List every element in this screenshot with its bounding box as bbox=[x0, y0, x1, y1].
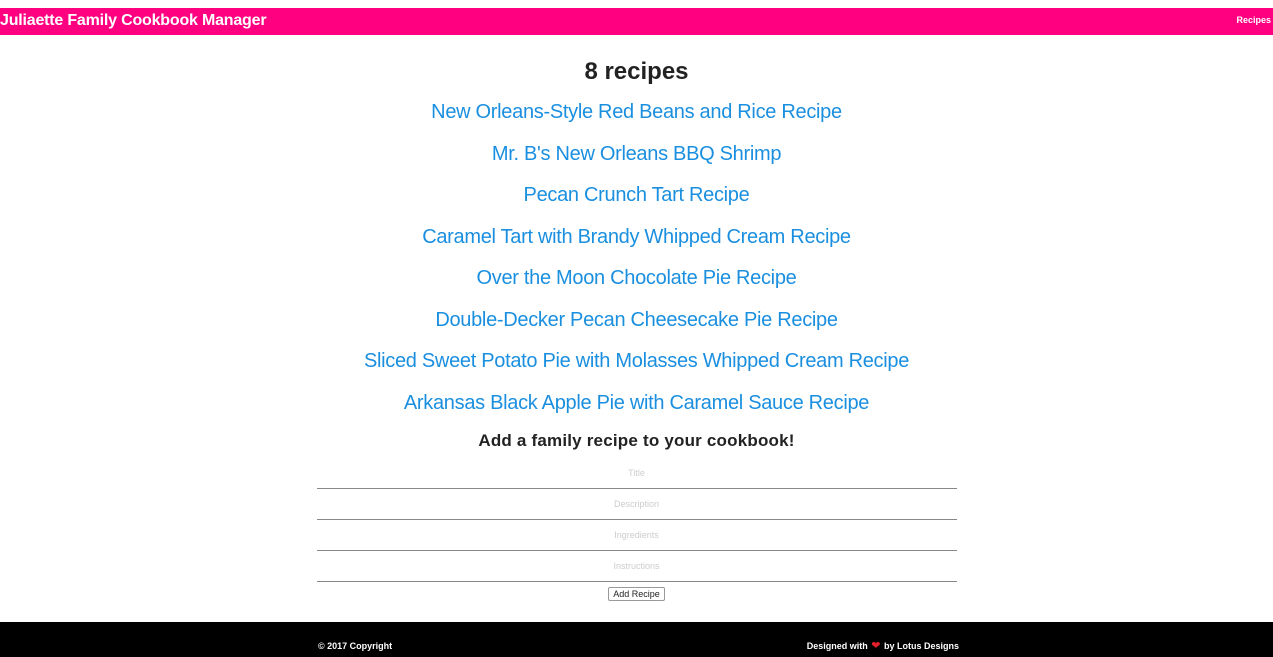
add-recipe-button[interactable]: Add Recipe bbox=[608, 587, 665, 601]
recipe-link[interactable]: New Orleans-Style Red Beans and Rice Rec… bbox=[0, 92, 1273, 134]
credit-suffix: by Lotus Designs bbox=[883, 641, 959, 651]
recipe-link[interactable]: Caramel Tart with Brandy Whipped Cream R… bbox=[0, 217, 1273, 259]
title-input[interactable] bbox=[316, 458, 957, 489]
recipe-link[interactable]: Pecan Crunch Tart Recipe bbox=[0, 175, 1273, 217]
ingredients-input[interactable] bbox=[316, 520, 957, 551]
main-content: 8 recipes New Orleans-Style Red Beans an… bbox=[0, 56, 1273, 602]
credit-prefix: Designed with bbox=[806, 641, 868, 651]
heart-icon: ❤ bbox=[871, 640, 881, 653]
recipe-link[interactable]: Sliced Sweet Potato Pie with Molasses Wh… bbox=[0, 341, 1273, 383]
nav-link-recipes[interactable]: Recipes bbox=[1236, 15, 1271, 25]
designer-credit: Designed with ❤ by Lotus Designs bbox=[806, 640, 959, 653]
recipe-link[interactable]: Mr. B's New Orleans BBQ Shrimp bbox=[0, 134, 1273, 176]
recipe-link[interactable]: Double-Decker Pecan Cheesecake Pie Recip… bbox=[0, 300, 1273, 342]
recipe-link[interactable]: Over the Moon Chocolate Pie Recipe bbox=[0, 258, 1273, 300]
footer: © 2017 Copyright Designed with ❤ by Lotu… bbox=[0, 622, 1273, 657]
instructions-input[interactable] bbox=[316, 551, 957, 582]
brand-title[interactable]: Juliaette Family Cookbook Manager bbox=[0, 12, 267, 30]
copyright-text: © 2017 Copyright bbox=[318, 641, 393, 651]
recipe-list: New Orleans-Style Red Beans and Rice Rec… bbox=[0, 92, 1273, 424]
add-recipe-heading: Add a family recipe to your cookbook! bbox=[478, 431, 795, 450]
description-input[interactable] bbox=[316, 489, 957, 520]
top-navbar: Juliaette Family Cookbook Manager Recipe… bbox=[0, 8, 1273, 35]
recipe-link[interactable]: Arkansas Black Apple Pie with Caramel Sa… bbox=[0, 383, 1273, 425]
recipe-count: 8 recipes bbox=[584, 58, 689, 85]
add-recipe-form: Add Recipe bbox=[316, 458, 957, 602]
